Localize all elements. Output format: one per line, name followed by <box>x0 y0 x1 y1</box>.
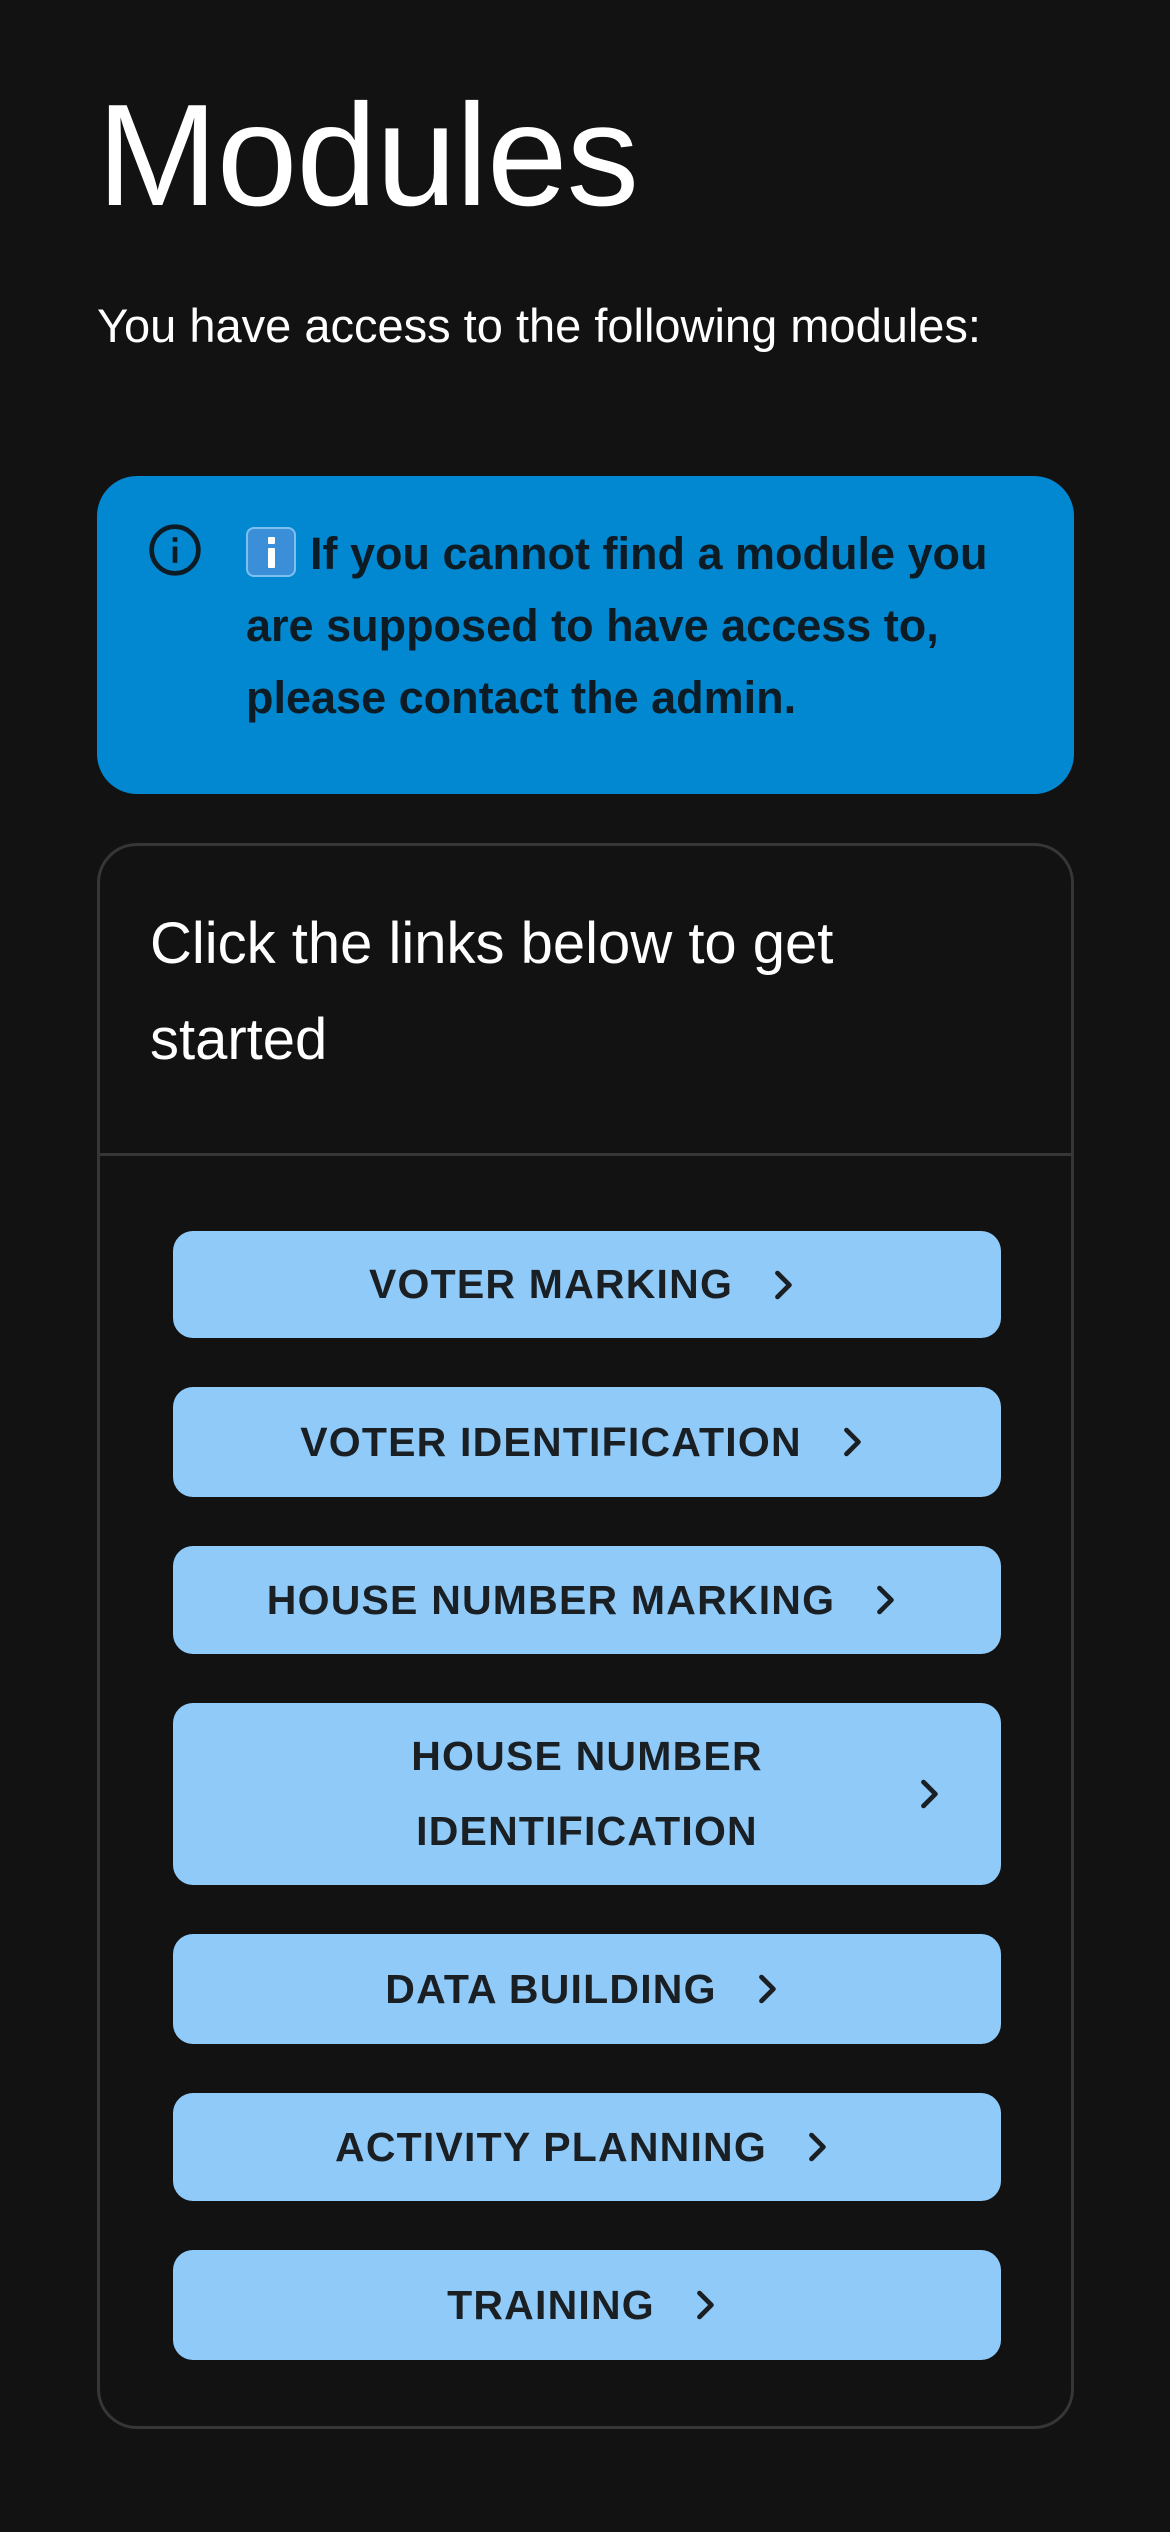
data-building-button[interactable]: DATA BUILDING <box>173 1934 1001 2044</box>
page-title: Modules <box>97 74 639 236</box>
chevron-right-icon <box>696 2290 714 2320</box>
house-number-identification-button[interactable]: HOUSE NUMBER IDENTIFICATION <box>173 1703 1001 1885</box>
info-alert: If you cannot find a module you are supp… <box>97 476 1074 794</box>
house-number-marking-button[interactable]: HOUSE NUMBER MARKING <box>173 1546 1001 1654</box>
alert-text: If you cannot find a module you are supp… <box>246 528 988 723</box>
button-label: HOUSE NUMBER MARKING <box>266 1576 836 1623</box>
button-label: ACTIVITY PLANNING <box>335 2123 767 2170</box>
chevron-right-icon <box>843 1427 861 1457</box>
training-button[interactable]: TRAINING <box>173 2250 1001 2360</box>
chevron-right-icon <box>758 1974 776 2004</box>
card-header: Click the links below to get started <box>100 846 1071 1156</box>
chevron-right-icon <box>775 1270 792 1299</box>
chevron-right-icon <box>809 2132 826 2162</box>
card-title: Click the links below to get started <box>150 911 834 1072</box>
information-emoji-icon <box>246 527 296 577</box>
alert-message: If you cannot find a module you are supp… <box>246 518 1036 734</box>
chevron-right-icon <box>921 1779 938 1809</box>
button-label: VOTER MARKING <box>368 1261 734 1307</box>
activity-planning-button[interactable]: ACTIVITY PLANNING <box>173 2093 1001 2201</box>
button-label: VOTER IDENTIFICATION <box>300 1418 802 1465</box>
page-subtitle: You have access to the following modules… <box>97 299 981 352</box>
voter-identification-button[interactable]: VOTER IDENTIFICATION <box>173 1387 1001 1497</box>
modules-card: Click the links below to get started VOT… <box>97 843 1074 2429</box>
button-label: HOUSE NUMBER IDENTIFICATION <box>411 1733 763 1854</box>
button-label: TRAINING <box>447 2281 655 2328</box>
voter-marking-button[interactable]: VOTER MARKING <box>173 1231 1001 1338</box>
info-outline-icon <box>149 524 201 576</box>
chevron-right-icon <box>877 1585 895 1615</box>
button-label: DATA BUILDING <box>385 1965 717 2012</box>
